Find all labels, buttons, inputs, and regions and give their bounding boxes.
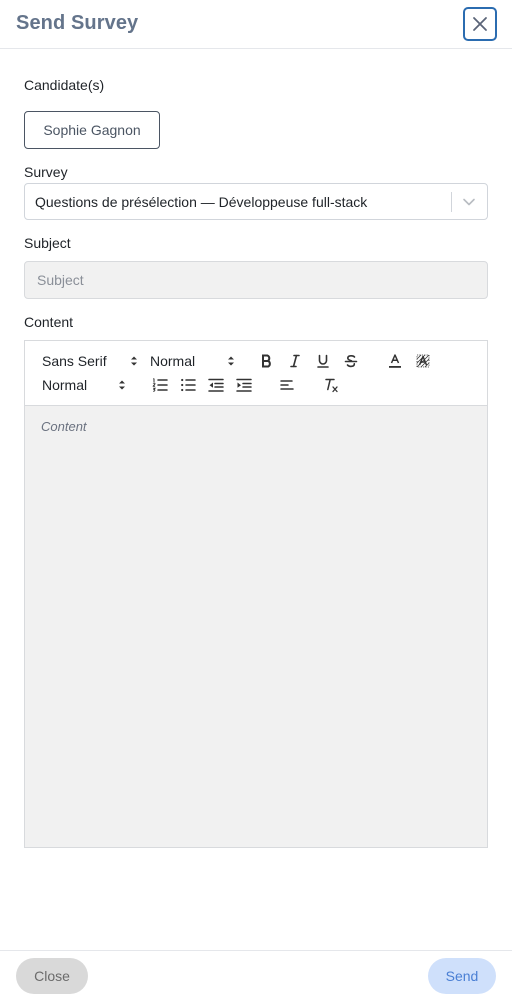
select-separator	[451, 192, 452, 212]
font-family-value: Sans Serif	[42, 353, 107, 369]
bullet-list-icon	[181, 378, 196, 392]
strikethrough-icon	[344, 355, 358, 368]
font-family-select[interactable]: Sans Serif	[42, 351, 138, 371]
editor-toolbar: Sans Serif Normal Normal	[24, 340, 488, 406]
text-color-button[interactable]	[385, 351, 405, 371]
send-survey-dialog: Send Survey Candidate(s) Sophie Gagnon S…	[0, 0, 512, 1000]
content-label: Content	[24, 314, 74, 330]
select-arrows-icon	[131, 356, 137, 366]
bold-button[interactable]	[257, 351, 277, 371]
chevron-down-icon[interactable]	[459, 192, 479, 212]
candidate-chip[interactable]: Sophie Gagnon	[24, 111, 160, 149]
align-button[interactable]	[277, 375, 297, 395]
select-arrows-icon	[119, 380, 125, 390]
subject-label: Subject	[24, 235, 71, 251]
ordered-list-button[interactable]	[150, 375, 170, 395]
content-placeholder: Content	[41, 419, 87, 434]
ordered-list-icon	[152, 378, 168, 392]
dialog-title: Send Survey	[16, 12, 139, 34]
survey-selected-value: Questions de présélection — Développeuse…	[35, 194, 368, 210]
survey-label: Survey	[24, 164, 68, 180]
survey-select[interactable]: Questions de présélection — Développeuse…	[24, 183, 488, 220]
font-size-select[interactable]: Normal	[150, 351, 235, 371]
background-color-button[interactable]	[413, 351, 433, 371]
bold-icon	[262, 354, 271, 368]
clear-format-button[interactable]	[321, 375, 341, 395]
strikethrough-button[interactable]	[341, 351, 361, 371]
italic-icon	[290, 354, 300, 368]
outdent-icon	[208, 378, 224, 392]
dialog-footer: Close Send	[0, 950, 512, 1000]
bullet-list-button[interactable]	[178, 375, 198, 395]
underline-button[interactable]	[313, 351, 333, 371]
select-arrows-icon	[228, 356, 234, 366]
underline-icon	[317, 354, 329, 368]
heading-value: Normal	[42, 377, 88, 393]
indent-button[interactable]	[234, 375, 254, 395]
close-button[interactable]: Close	[16, 958, 88, 994]
dialog-header: Send Survey	[0, 0, 512, 49]
background-color-icon	[416, 354, 430, 368]
text-color-icon	[389, 354, 401, 368]
candidates-label: Candidate(s)	[24, 77, 105, 93]
align-icon	[280, 380, 294, 390]
indent-icon	[236, 378, 252, 392]
clear-format-icon	[325, 378, 338, 393]
outdent-button[interactable]	[206, 375, 226, 395]
send-button[interactable]: Send	[428, 958, 496, 994]
close-dialog-button[interactable]	[463, 7, 497, 41]
italic-button[interactable]	[285, 351, 305, 371]
font-size-value: Normal	[150, 353, 196, 369]
close-x-icon	[473, 17, 487, 31]
heading-select[interactable]: Normal	[42, 375, 126, 395]
content-editor[interactable]: Content	[24, 406, 488, 848]
subject-input[interactable]	[24, 261, 488, 299]
